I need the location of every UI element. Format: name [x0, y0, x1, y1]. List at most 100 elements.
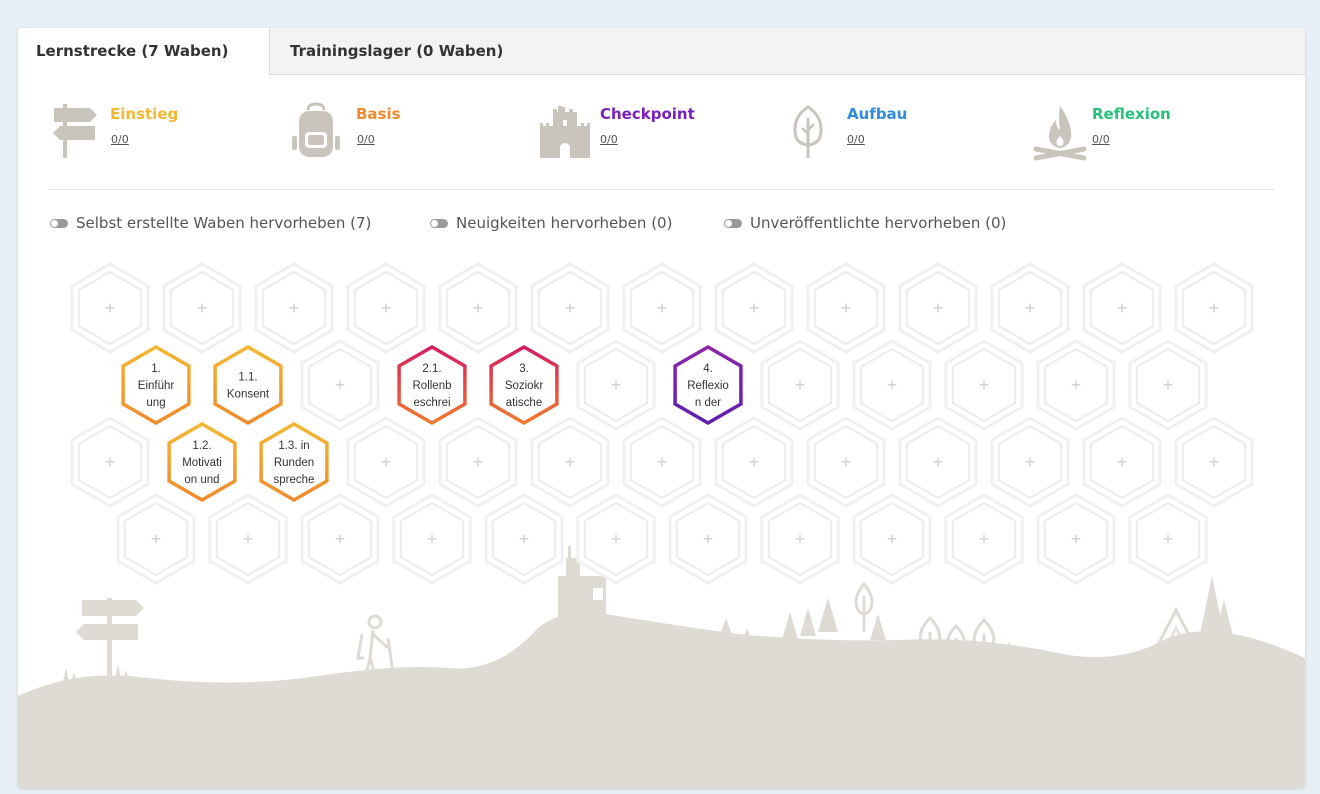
plus-icon: +	[749, 298, 760, 318]
plus-icon: +	[1071, 375, 1082, 395]
empty-cell[interactable]: +	[944, 339, 1024, 431]
plus-icon: +	[933, 298, 944, 318]
cell-label-line: Runden	[274, 457, 314, 469]
empty-cell[interactable]: +	[806, 416, 886, 508]
empty-cell[interactable]: +	[714, 416, 794, 508]
empty-cell[interactable]: +	[1082, 262, 1162, 354]
empty-cell[interactable]: +	[622, 262, 702, 354]
plus-icon: +	[795, 375, 806, 395]
learning-cell[interactable]: 2.1. Rollenb eschrei	[397, 344, 467, 426]
empty-cell[interactable]: +	[70, 416, 150, 508]
cell-label-line: spreche	[274, 474, 315, 486]
empty-cell[interactable]: +	[760, 493, 840, 585]
learning-cell[interactable]: 1.3. in Runden spreche	[259, 421, 329, 503]
cell-label-line: Konsent	[227, 389, 270, 401]
cell-label-line: 1.2.	[192, 440, 211, 452]
empty-cell[interactable]: +	[438, 262, 518, 354]
plus-icon: +	[1025, 452, 1036, 472]
plus-icon: +	[335, 375, 346, 395]
plus-icon: +	[335, 529, 346, 549]
plus-icon: +	[519, 529, 530, 549]
empty-cell[interactable]: +	[162, 262, 242, 354]
plus-icon: +	[1117, 298, 1128, 318]
empty-cell[interactable]: +	[300, 339, 380, 431]
empty-cell[interactable]: +	[438, 416, 518, 508]
cell-label-line: Einführ	[138, 380, 175, 392]
empty-cell[interactable]: +	[1128, 493, 1208, 585]
plus-icon: +	[657, 298, 668, 318]
empty-cell[interactable]: +	[990, 262, 1070, 354]
empty-cell[interactable]: +	[300, 493, 380, 585]
plus-icon: +	[197, 298, 208, 318]
cell-label-line: 4.	[703, 363, 713, 375]
plus-icon: +	[1209, 298, 1220, 318]
plus-icon: +	[1025, 298, 1036, 318]
plus-icon: +	[1071, 529, 1082, 549]
plus-icon: +	[381, 452, 392, 472]
empty-cell[interactable]: +	[898, 262, 978, 354]
empty-cell[interactable]: +	[392, 493, 472, 585]
empty-cell[interactable]: +	[1128, 339, 1208, 431]
empty-cell[interactable]: +	[898, 416, 978, 508]
plus-icon: +	[979, 375, 990, 395]
cell-label-line: Rollenb	[413, 380, 452, 392]
empty-cell[interactable]: +	[1082, 416, 1162, 508]
plus-icon: +	[473, 452, 484, 472]
plus-icon: +	[565, 298, 576, 318]
empty-cell[interactable]: +	[208, 493, 288, 585]
plus-icon: +	[611, 375, 622, 395]
plus-icon: +	[795, 529, 806, 549]
empty-cell[interactable]: +	[1036, 493, 1116, 585]
learning-path-card: Lernstrecke (7 Waben) Trainingslager (0 …	[18, 28, 1305, 788]
empty-cell[interactable]: +	[944, 493, 1024, 585]
empty-cell[interactable]: +	[116, 493, 196, 585]
cell-label-line: eschrei	[413, 397, 450, 409]
plus-icon: +	[841, 452, 852, 472]
empty-cell[interactable]: +	[622, 416, 702, 508]
empty-cell[interactable]: +	[346, 416, 426, 508]
empty-cell[interactable]: +	[852, 493, 932, 585]
empty-cell[interactable]: +	[1036, 339, 1116, 431]
learning-cell[interactable]: 3. Soziokr atische	[489, 344, 559, 426]
honeycomb-grid: + + + + + + + + + + + + +1. Einführ ung 1.1. Konsent +2.1…	[70, 262, 1254, 585]
empty-cell[interactable]: +	[530, 416, 610, 508]
empty-cell[interactable]: +	[1174, 262, 1254, 354]
plus-icon: +	[105, 452, 116, 472]
cell-label-line: 1.1.	[238, 372, 257, 384]
plus-icon: +	[289, 298, 300, 318]
plus-icon: +	[1163, 529, 1174, 549]
empty-cell[interactable]: +	[346, 262, 426, 354]
learning-cell[interactable]: 1. Einführ ung	[121, 344, 191, 426]
cell-label-line: Reflexio	[687, 380, 729, 392]
empty-cell[interactable]: +	[668, 493, 748, 585]
cell-label-line: ung	[146, 397, 165, 409]
plus-icon: +	[243, 529, 254, 549]
plus-icon: +	[933, 452, 944, 472]
learning-cell[interactable]: 4. Reflexio n der	[673, 344, 743, 426]
plus-icon: +	[1163, 375, 1174, 395]
empty-cell[interactable]: +	[530, 262, 610, 354]
cell-label-line: 1.	[151, 363, 161, 375]
empty-cell[interactable]: +	[576, 339, 656, 431]
empty-cell[interactable]: +	[714, 262, 794, 354]
learning-cell[interactable]: 1.1. Konsent	[213, 344, 283, 426]
empty-cell[interactable]: +	[852, 339, 932, 431]
cell-label-line: 3.	[519, 363, 529, 375]
plus-icon: +	[887, 529, 898, 549]
empty-cell[interactable]: +	[760, 339, 840, 431]
plus-icon: +	[979, 529, 990, 549]
plus-icon: +	[381, 298, 392, 318]
empty-cell[interactable]: +	[1174, 416, 1254, 508]
empty-cell[interactable]: +	[576, 493, 656, 585]
cell-border	[213, 344, 283, 426]
empty-cell[interactable]: +	[484, 493, 564, 585]
learning-cell[interactable]: 1.2. Motivati on und	[167, 421, 237, 503]
cell-label-line: on und	[184, 474, 219, 486]
plus-icon: +	[473, 298, 484, 318]
empty-cell[interactable]: +	[254, 262, 334, 354]
empty-cell[interactable]: +	[990, 416, 1070, 508]
empty-cell[interactable]: +	[70, 262, 150, 354]
cell-label-line: Soziokr	[505, 380, 544, 392]
plus-icon: +	[105, 298, 116, 318]
empty-cell[interactable]: +	[806, 262, 886, 354]
